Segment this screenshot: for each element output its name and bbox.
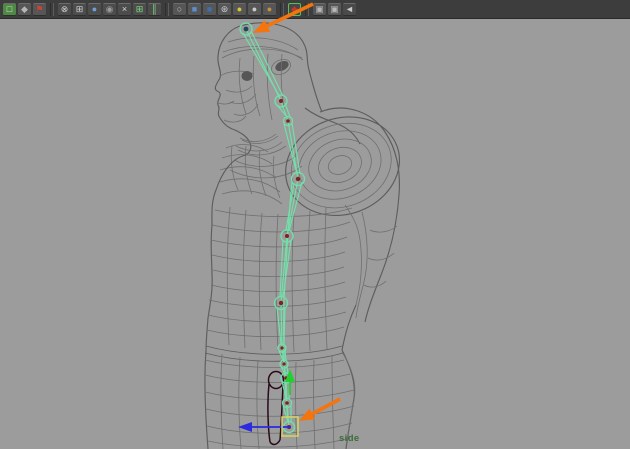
- eye-socket: [241, 71, 253, 81]
- skeleton-chain[interactable]: [239, 22, 306, 434]
- maya-application-window: □ ◆ ⚑ ⊗ ⊞ ● ◉ × ⊞ ║ ○ ■ ■ ⊛ ● ● ● ◆ ▣ ▣ ◄: [0, 0, 630, 449]
- character-wireframe[interactable]: [204, 22, 414, 449]
- joint-neck[interactable]: [274, 94, 288, 108]
- manipulator-x-axis-handle[interactable]: [238, 422, 291, 432]
- callout-arrow-root-control: [299, 397, 341, 421]
- callout-arrow-head-joint: [253, 2, 314, 33]
- viewport-side-view[interactable]: side: [0, 0, 630, 449]
- camera-label: side: [339, 433, 360, 444]
- joint-chest[interactable]: [290, 171, 306, 187]
